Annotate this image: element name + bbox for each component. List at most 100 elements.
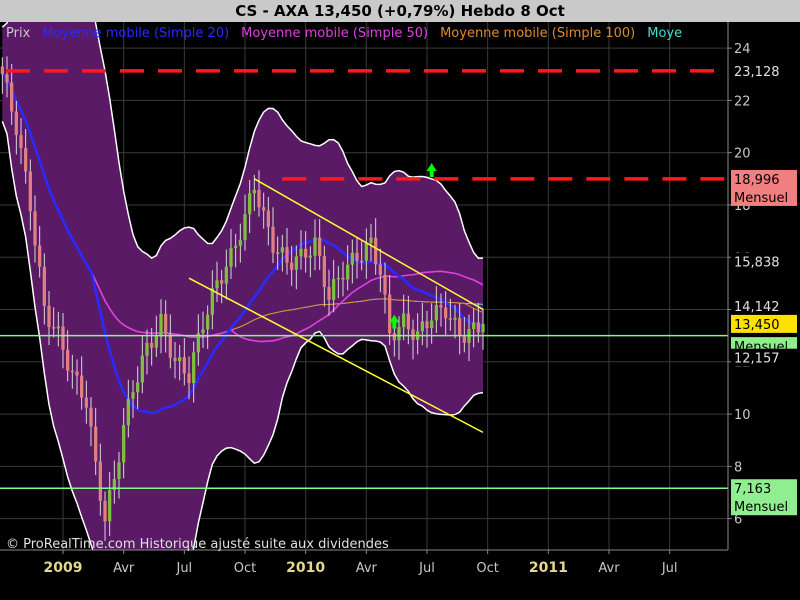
candle-body — [425, 321, 429, 329]
candle-body — [98, 461, 102, 501]
candle-body — [294, 256, 298, 270]
candle-body — [159, 313, 163, 336]
candle-body — [318, 237, 322, 257]
candle-body — [117, 462, 121, 480]
candle-body — [313, 237, 317, 256]
candle-body — [271, 226, 275, 253]
candle-body — [411, 329, 415, 340]
candle-body — [19, 135, 23, 149]
candle-body — [257, 189, 261, 208]
candle-body — [84, 397, 88, 408]
candle-body — [476, 322, 480, 333]
candle-body — [252, 189, 256, 194]
candle-body — [336, 277, 340, 280]
candle-body — [406, 313, 410, 330]
candle-body — [145, 342, 149, 356]
price-tick-label: 8 — [734, 460, 742, 475]
candle-body — [33, 211, 37, 246]
candle-body — [10, 82, 14, 112]
candle-body — [56, 326, 60, 329]
candle-body — [154, 335, 158, 348]
candle-body — [276, 252, 280, 254]
price-badge-value: 14,142 — [734, 300, 780, 315]
time-tick-label: Oct — [476, 561, 498, 576]
candle-body — [248, 193, 252, 215]
candle-body — [346, 264, 350, 280]
candle-body — [462, 336, 466, 343]
candle-body — [103, 500, 107, 522]
candle-body — [360, 260, 364, 263]
candle-body — [472, 322, 476, 330]
candle-body — [308, 255, 312, 258]
candle-body — [220, 280, 224, 284]
candle-body — [187, 373, 191, 384]
candle-body — [341, 277, 345, 280]
candle-body — [150, 342, 154, 348]
candle-body — [458, 317, 462, 337]
candle-body — [332, 278, 336, 300]
candle-body — [369, 237, 373, 243]
candle-body — [42, 266, 46, 306]
legend-item: Moyenne mobile (Simple 100) — [440, 26, 635, 41]
candle-body — [70, 370, 74, 373]
candle-body — [201, 329, 205, 334]
candle-body — [52, 327, 56, 329]
candle-body — [299, 248, 303, 257]
candle-body — [243, 214, 247, 240]
time-tick-label: Jul — [175, 561, 192, 576]
candle-body — [80, 375, 84, 398]
legend: Prix Moyenne mobile (Simple 20) Moyenne mo… — [6, 26, 682, 41]
candle-body — [0, 66, 4, 75]
candle-body — [266, 210, 270, 227]
candle-body — [448, 318, 452, 320]
candle-body — [434, 305, 438, 321]
candle-body — [388, 294, 392, 334]
footer-text: © ProRealTime.com Historique ajusté suit… — [6, 537, 389, 552]
candle-body — [164, 313, 168, 334]
candle-body — [350, 252, 354, 265]
candle-body — [420, 321, 424, 332]
price-badge-value: 13,450 — [734, 318, 780, 333]
candle-body — [173, 357, 177, 362]
time-tick-label: Avr — [356, 561, 378, 576]
candle-body — [402, 313, 406, 328]
candle-body — [453, 317, 457, 320]
time-axis: 2009 Avr Jul Oct 2010 Avr Jul Oct 2011 Avr Jul — [0, 549, 800, 600]
stock-chart[interactable]: 681012141618202224 23,12818,996Mensuel15… — [0, 22, 800, 600]
candle-body — [481, 323, 485, 333]
price-badge-value: 15,838 — [734, 255, 780, 270]
chart-title: CS - AXA 13,450 (+0,79%) Hebdo 8 Oct — [0, 0, 800, 22]
time-tick-label: 2010 — [286, 560, 325, 576]
candle-body — [290, 262, 294, 270]
candle-body — [126, 398, 130, 426]
candle-body — [178, 357, 182, 362]
candle-body — [444, 307, 448, 319]
candle-body — [108, 490, 112, 522]
candle-body — [397, 327, 401, 341]
candle-body — [229, 248, 233, 267]
candle-body — [28, 171, 32, 212]
price-badge-label: Mensuel — [734, 191, 788, 206]
candle-body — [75, 371, 79, 376]
candle-body — [374, 237, 378, 265]
price-tick-label: 24 — [734, 42, 751, 57]
candle-body — [192, 352, 196, 384]
candle-body — [47, 305, 51, 328]
candle-body — [182, 357, 186, 374]
candle-body — [66, 349, 70, 371]
price-badge-label: Mensuel — [734, 500, 788, 515]
price-tick-label: 22 — [734, 94, 751, 109]
candle-body — [24, 148, 28, 172]
legend-item: Moye — [647, 26, 682, 41]
price-badge-value: 18,996 — [734, 173, 780, 188]
candle-body — [89, 407, 93, 427]
candle-body — [206, 314, 210, 330]
time-tick-label: 2011 — [529, 560, 568, 576]
candle-body — [238, 239, 242, 246]
candle-body — [5, 74, 9, 83]
candle-body — [215, 280, 219, 289]
candle-body — [140, 355, 144, 383]
candle-body — [168, 333, 172, 358]
candle-body — [136, 382, 140, 393]
time-tick-label: Oct — [234, 561, 256, 576]
